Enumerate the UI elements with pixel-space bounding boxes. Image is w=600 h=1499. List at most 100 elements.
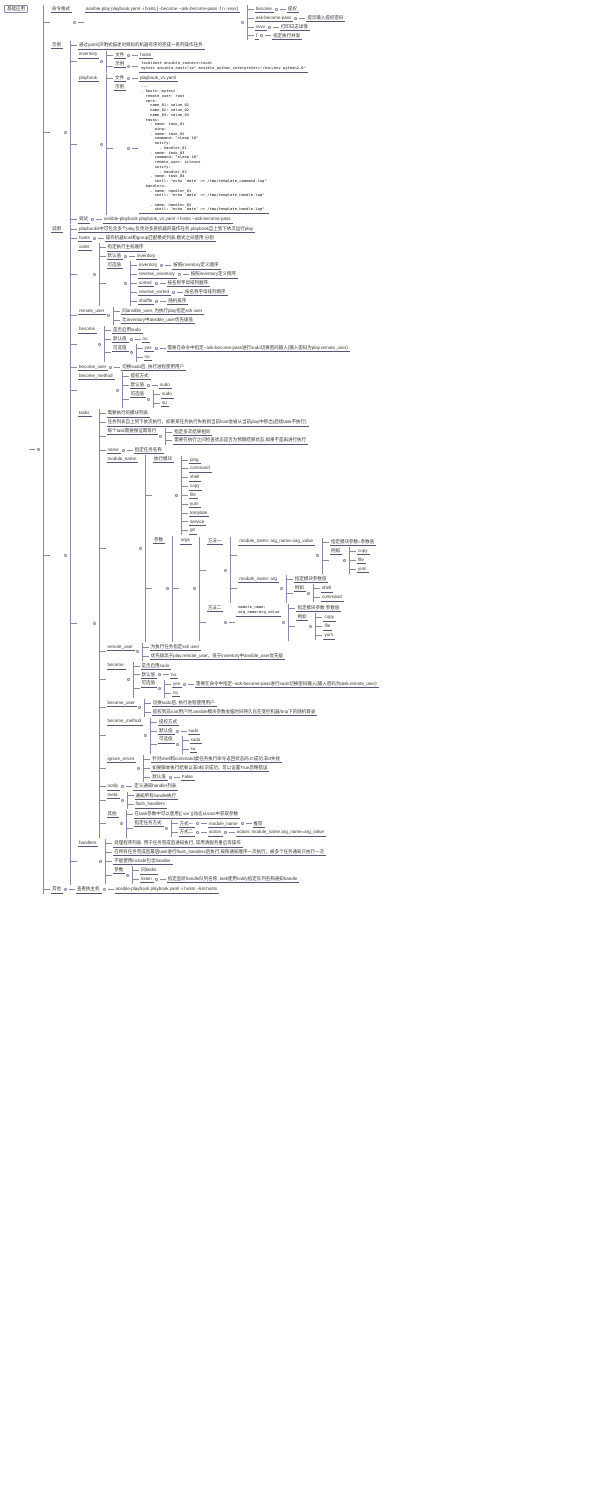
test-v: ansible-playbook playbook_v1.yaml -i hos…: [103, 216, 233, 224]
m2a: module_name: arg_name:arg_value: [236, 604, 281, 616]
b-def-k: 默认值: [112, 335, 129, 343]
ord-0v: 按照inventory定义顺序: [172, 262, 220, 270]
tb-opts-k: 可选值: [141, 680, 158, 688]
tother-1: 在task参数中可以使用{{ var }}动态从vars中获取参数: [134, 811, 241, 819]
bm-opts-k: 可选值: [130, 390, 147, 398]
pb-sample: --- - hosts: mytest remote_user: root va…: [139, 83, 269, 214]
h-3: 不能使用include包含handler: [113, 857, 172, 865]
m1-k: 方法一: [207, 537, 224, 545]
opt-abp-v: 提示输入提权密码: [306, 14, 345, 22]
tru-k: remote_user: [107, 643, 135, 651]
ex8: git: [189, 527, 197, 535]
tbm-0: sudo: [190, 736, 203, 744]
tt-m2-a: action: [208, 829, 223, 837]
tb-def-k: 默认值: [141, 671, 158, 679]
opt-become-v: 提权: [287, 6, 299, 14]
opt-abp: ask-become-pass: [255, 14, 294, 22]
hp-k: 参数: [113, 866, 125, 874]
b-no: no: [144, 353, 152, 361]
tt-m2-b: action: module_name arg_name=arg_value: [236, 829, 326, 837]
other-sub-k: 查看执主机: [76, 886, 102, 894]
m2-0: copy: [323, 614, 336, 622]
tbu-k: become_user: [107, 699, 137, 707]
tname-v: 指定任务名称: [134, 446, 164, 454]
ie-k: ignore_errors: [107, 755, 137, 763]
tru-1: 为执行任务指定ssh user: [150, 644, 202, 652]
other-k: 其他: [51, 886, 63, 894]
meta-1: 通知所有handle执行: [135, 792, 179, 800]
yaml-intro: 通过yaml(声明式描述对目标的机器有序的完成一系列操作任务: [78, 42, 205, 50]
ie-1: 针对shell和command类任务执行命令返回状态码,0:成功,非0失败: [151, 756, 282, 764]
example-label: 示例: [51, 41, 63, 49]
b-def-v: no: [142, 335, 150, 343]
other-sub-v: ansible-playbook playbook.yaml -i hosts …: [115, 886, 220, 894]
order-def-k: 默认值: [107, 253, 124, 261]
h-1: 处理程序列表, 用于任务完成后通知执行, 常用清服务重启等操作: [113, 840, 243, 848]
bm-0: sudo: [161, 391, 174, 399]
tbm-opts-k: 可选值: [158, 736, 175, 744]
order-opts-k: 可选值: [107, 261, 124, 269]
explain-label: 说明: [51, 225, 63, 233]
tru-2: 优先级高于play.remote_user，低于inventory中ansibl…: [150, 652, 285, 660]
ie-def-k: 默认值: [151, 773, 168, 781]
inventory: inventory: [78, 51, 99, 59]
tt-m1-k: 方式一: [179, 820, 196, 828]
ex0: ping: [189, 456, 201, 464]
ord-2k: sorted: [138, 280, 154, 288]
pb-sample-k: 示例: [114, 83, 126, 91]
ex2: shell: [189, 474, 201, 482]
opt-vvvv: vvvv: [255, 23, 267, 31]
m2-1: file: [323, 623, 332, 631]
ord-4v: 随机排序: [167, 297, 188, 305]
test-k: 调试: [78, 216, 90, 224]
tb-k: become: [107, 662, 126, 670]
tbm-def-v: sudo: [188, 727, 201, 735]
hp-tasks: 同tasks: [140, 867, 158, 875]
order-k: order: [78, 243, 92, 251]
ex7: service: [189, 518, 206, 526]
idem-0: 指定多次结果相同: [173, 428, 212, 436]
tt-m1-b: 推荐: [253, 820, 265, 828]
b-intro: 是否启用sudo: [112, 326, 143, 334]
opt-f: f: [255, 32, 259, 40]
cmd-label: 命令格式: [51, 5, 72, 13]
ord-3v: 按名称字母排列倒序: [184, 288, 228, 296]
ex1: command: [189, 465, 212, 473]
m1b-s: 指定模块参数值: [294, 576, 329, 584]
notify-k: notify: [107, 783, 121, 791]
h-2: 在所有任务完成后最后task进行flush_handlers后执行,按照通知顺序…: [113, 849, 326, 857]
ord-3k: reverse_sorted: [138, 288, 171, 296]
tbm-1: su: [190, 745, 198, 753]
ord-0k: inventory: [138, 262, 159, 270]
args-k: 参数: [153, 536, 165, 544]
playbook: playbook: [78, 74, 99, 82]
idem-1: 需要在执行之间检查状态是否为预期结果状态,如果不是再进行执行: [173, 437, 308, 445]
tbm-k: become_method: [107, 718, 144, 726]
bm-def-k: 默认值: [130, 381, 147, 389]
handlers-k: handlers: [78, 839, 98, 847]
exec-k: 执行模块: [153, 456, 174, 464]
ru-l2: 比inventory中ansible_user优先级低: [121, 316, 195, 324]
tasks-k: tasks: [78, 409, 92, 417]
order-intro: 指定执行主机顺序: [107, 244, 146, 252]
tb-yes: yes: [172, 680, 182, 688]
inv-sample-v: localhost ansible_connect=local mytest a…: [139, 60, 308, 72]
tb-no: no: [172, 689, 180, 697]
root: 基础应用: [4, 5, 28, 14]
become-k: become: [78, 326, 97, 334]
idem-k: 每个task需要保证幂等行: [107, 428, 159, 436]
pb-file-k: 文件: [114, 75, 126, 83]
bm-def-v: sudo: [159, 381, 172, 389]
inv-file-v: hosts: [139, 51, 153, 59]
tname-k: name: [107, 446, 121, 454]
hp-listen-k: listen: [140, 876, 154, 884]
pb-file-v: playbook_v1.yaml: [139, 75, 178, 83]
ord-2v: 按名称字母排列顺序: [167, 280, 211, 288]
ord-4k: shuffle: [138, 297, 154, 305]
ex4: file: [189, 492, 198, 500]
meta-k: meta: [107, 792, 120, 800]
bm-intro: 提权方式: [130, 373, 151, 381]
opt-f-v: 指定执行并发: [272, 32, 302, 40]
tb-yes-n: 需要在命令中指定--ask-become-pass进行sudo切换密码输入(输入…: [195, 680, 379, 688]
tb-def-v: no: [170, 671, 178, 679]
